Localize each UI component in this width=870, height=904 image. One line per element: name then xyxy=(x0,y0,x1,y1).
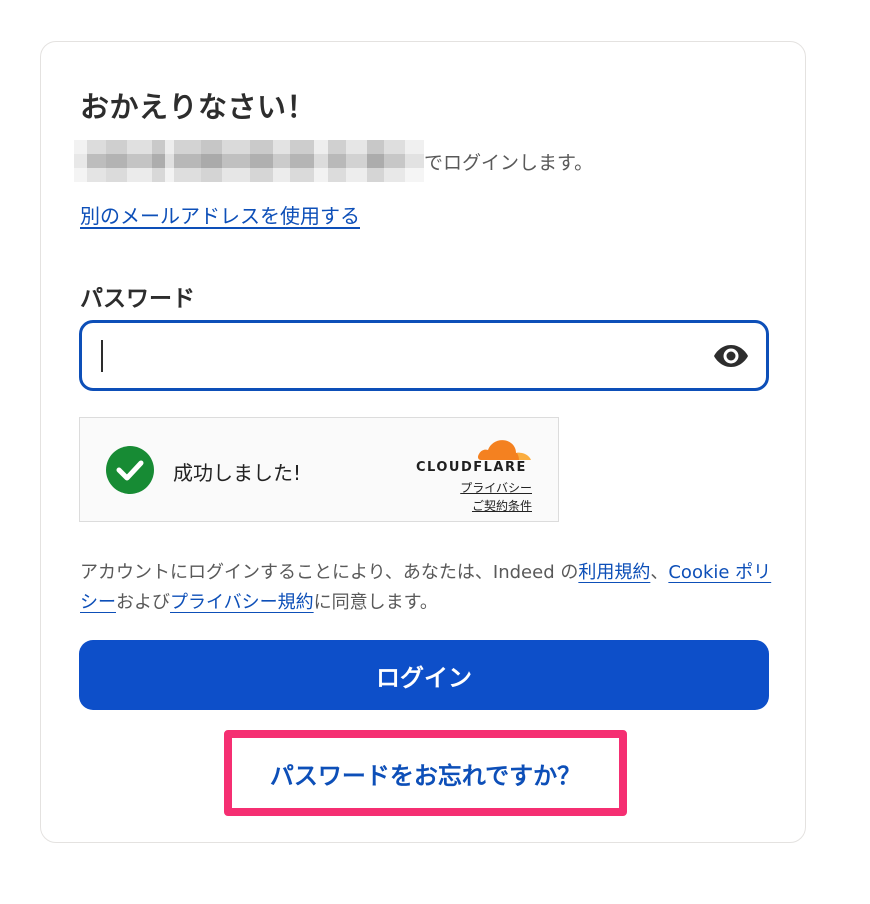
legal-notice: アカウントにログインすることにより、あなたは、Indeed の利用規約、Cook… xyxy=(80,558,780,618)
cloudflare-wordmark: CLOUDFLARE xyxy=(416,460,527,475)
privacy-policy-link[interactable]: プライバシー規約 xyxy=(170,592,314,613)
password-label: パスワード xyxy=(80,286,195,312)
captcha-terms-link[interactable]: ご契約条件 xyxy=(472,497,532,514)
highlight-box: パスワードをお忘れですか？ xyxy=(224,730,627,816)
terms-of-service-link[interactable]: 利用規約 xyxy=(578,562,650,583)
forgot-password-link[interactable]: パスワードをお忘れですか？ xyxy=(232,756,619,791)
page-title: おかえりなさい！ xyxy=(80,90,317,124)
password-input[interactable] xyxy=(79,320,769,391)
captcha-status: 成功しました! xyxy=(173,461,302,485)
use-other-email-link[interactable]: 別のメールアドレスを使用する xyxy=(80,200,360,229)
eye-icon[interactable] xyxy=(713,342,749,370)
captcha-privacy-link[interactable]: プライバシー xyxy=(460,479,532,496)
legal-comma: 、 xyxy=(650,562,669,583)
checkmark-circle-icon xyxy=(106,446,154,494)
legal-prefix: アカウントにログインすることにより、あなたは、Indeed の xyxy=(80,562,579,583)
login-button[interactable]: ログイン xyxy=(79,640,769,710)
login-as-text: でログインします。 xyxy=(424,152,594,174)
text-caret xyxy=(101,340,103,372)
legal-and: および xyxy=(116,592,170,613)
legal-suffix: に同意します。 xyxy=(313,592,438,613)
turnstile-widget: 成功しました! CLOUDFLARE プライバシー ご契約条件 xyxy=(79,417,559,522)
blurred-email xyxy=(74,140,425,182)
